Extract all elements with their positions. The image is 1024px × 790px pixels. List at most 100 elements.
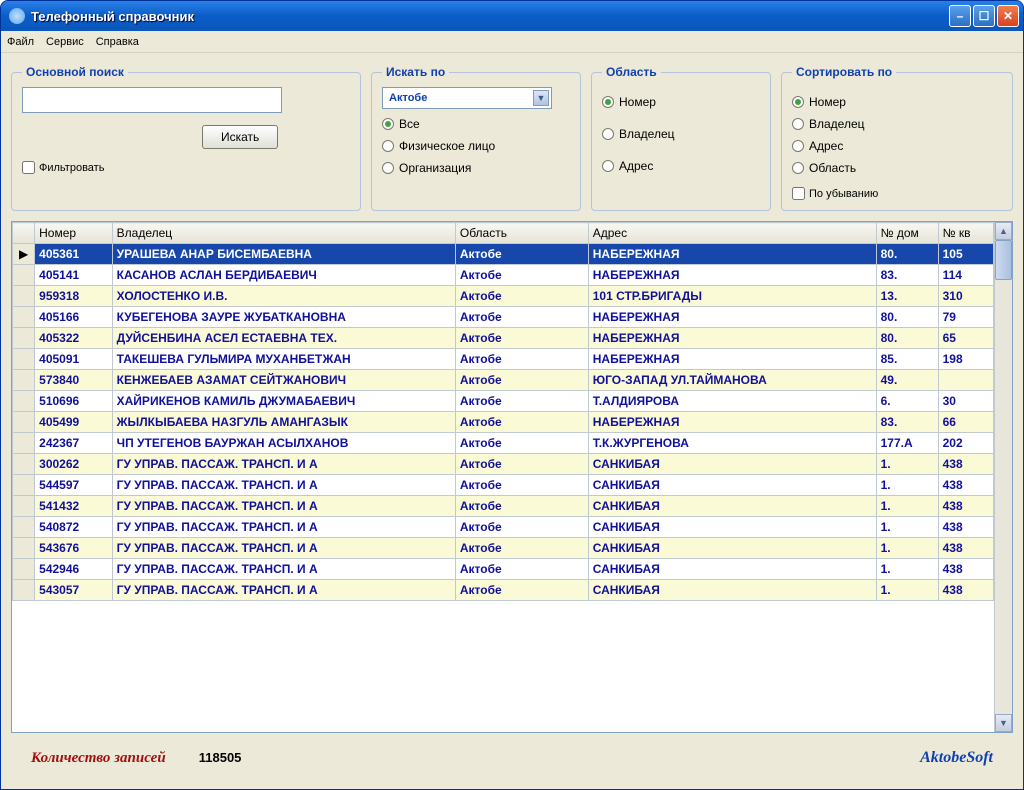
scroll-down-icon[interactable]: ▼: [995, 714, 1012, 732]
row-indicator: [13, 349, 35, 370]
row-indicator: [13, 370, 35, 391]
table-row[interactable]: ▶405361УРАШЕВА АНАР БИСЕМБАЕВНААктобеНАБ…: [13, 244, 994, 265]
col-address[interactable]: Адрес: [588, 223, 876, 244]
radio-region-owner[interactable]: Владелец: [602, 127, 760, 141]
cell-house: 80.: [876, 307, 938, 328]
group-region-legend: Область: [602, 65, 661, 79]
region-combo[interactable]: Актобе ▼: [382, 87, 552, 109]
menu-help[interactable]: Справка: [96, 36, 139, 48]
scroll-up-icon[interactable]: ▲: [995, 222, 1012, 240]
table-row[interactable]: 300262ГУ УПРАВ. ПАССАЖ. ТРАНСП. И ААктоб…: [13, 454, 994, 475]
sort-desc-checkbox-input[interactable]: [792, 187, 805, 200]
titlebar[interactable]: Телефонный справочник – ☐ ✕: [1, 1, 1023, 31]
col-number[interactable]: Номер: [35, 223, 113, 244]
minimize-button[interactable]: –: [949, 5, 971, 27]
cell-apt: 105: [938, 244, 993, 265]
radio-region-address-label: Адрес: [619, 159, 653, 173]
cell-owner: КЕНЖЕБАЕВ АЗАМАТ СЕЙТЖАНОВИЧ: [112, 370, 455, 391]
radio-dot-icon: [792, 118, 804, 130]
radio-region-number[interactable]: Номер: [602, 95, 760, 109]
radio-sort-number[interactable]: Номер: [792, 95, 1002, 109]
cell-addr: САНКИБАЯ: [588, 475, 876, 496]
cell-num: 405499: [35, 412, 113, 433]
radio-person[interactable]: Физическое лицо: [382, 139, 570, 153]
cell-addr: САНКИБАЯ: [588, 580, 876, 601]
cell-owner: ЧП УТЕГЕНОВ БАУРЖАН АСЫЛХАНОВ: [112, 433, 455, 454]
cell-apt: [938, 370, 993, 391]
filter-groups: Основной поиск Искать Фильтровать Искать…: [11, 65, 1013, 211]
cell-house: 1.: [876, 517, 938, 538]
cell-apt: 438: [938, 538, 993, 559]
client-area: Основной поиск Искать Фильтровать Искать…: [1, 53, 1023, 789]
col-region[interactable]: Область: [455, 223, 588, 244]
table-row[interactable]: 544597ГУ УПРАВ. ПАССАЖ. ТРАНСП. И ААктоб…: [13, 475, 994, 496]
brand-label: AktobeSoft: [920, 749, 993, 767]
table-row[interactable]: 242367ЧП УТЕГЕНОВ БАУРЖАН АСЫЛХАНОВАктоб…: [13, 433, 994, 454]
table-row[interactable]: 405322ДУЙСЕНБИНА АСЕЛ ЕСТАЕВНА ТЕХ.Актоб…: [13, 328, 994, 349]
filter-checkbox-input[interactable]: [22, 161, 35, 174]
filter-checkbox-label: Фильтровать: [39, 162, 104, 174]
radio-sort-region[interactable]: Область: [792, 161, 1002, 175]
chevron-down-icon[interactable]: ▼: [533, 90, 549, 106]
filter-checkbox[interactable]: Фильтровать: [22, 161, 350, 174]
col-apt[interactable]: № кв: [938, 223, 993, 244]
col-indicator[interactable]: [13, 223, 35, 244]
radio-region-number-label: Номер: [619, 95, 656, 109]
row-indicator: [13, 433, 35, 454]
table-row[interactable]: 959318ХОЛОСТЕНКО И.В.Актобе101 СТР.БРИГА…: [13, 286, 994, 307]
cell-owner: КУБЕГЕНОВА ЗАУРЕ ЖУБАТКАНОВНА: [112, 307, 455, 328]
cell-num: 543057: [35, 580, 113, 601]
table-row[interactable]: 510696ХАЙРИКЕНОВ КАМИЛЬ ДЖУМАБАЕВИЧАктоб…: [13, 391, 994, 412]
cell-house: 1.: [876, 538, 938, 559]
close-button[interactable]: ✕: [997, 5, 1019, 27]
cell-num: 573840: [35, 370, 113, 391]
sort-desc-checkbox[interactable]: По убыванию: [792, 187, 1002, 200]
menu-file[interactable]: Файл: [7, 36, 34, 48]
cell-region: Актобе: [455, 286, 588, 307]
col-house[interactable]: № дом: [876, 223, 938, 244]
table-row[interactable]: 405499ЖЫЛКЫБАЕВА НАЗГУЛЬ АМАНГАЗЫКАктобе…: [13, 412, 994, 433]
radio-all[interactable]: Все: [382, 117, 570, 131]
cell-region: Актобе: [455, 328, 588, 349]
radio-sort-address[interactable]: Адрес: [792, 139, 1002, 153]
row-indicator: [13, 412, 35, 433]
search-button[interactable]: Искать: [202, 125, 278, 149]
cell-addr: Т.АЛДИЯРОВА: [588, 391, 876, 412]
cell-house: 85.: [876, 349, 938, 370]
table-row[interactable]: 540872ГУ УПРАВ. ПАССАЖ. ТРАНСП. И ААктоб…: [13, 517, 994, 538]
group-sort: Сортировать по Номер Владелец Адрес Обла…: [781, 65, 1013, 211]
cell-region: Актобе: [455, 454, 588, 475]
table-row[interactable]: 405166КУБЕГЕНОВА ЗАУРЕ ЖУБАТКАНОВНААктоб…: [13, 307, 994, 328]
radio-sort-owner[interactable]: Владелец: [792, 117, 1002, 131]
cell-apt: 438: [938, 475, 993, 496]
table-row[interactable]: 541432ГУ УПРАВ. ПАССАЖ. ТРАНСП. И ААктоб…: [13, 496, 994, 517]
search-input[interactable]: [22, 87, 282, 113]
scroll-thumb[interactable]: [995, 240, 1012, 280]
table-row[interactable]: 543676ГУ УПРАВ. ПАССАЖ. ТРАНСП. И ААктоб…: [13, 538, 994, 559]
radio-org[interactable]: Организация: [382, 161, 570, 175]
col-owner[interactable]: Владелец: [112, 223, 455, 244]
row-indicator: [13, 286, 35, 307]
table-row[interactable]: 542946ГУ УПРАВ. ПАССАЖ. ТРАНСП. И ААктоб…: [13, 559, 994, 580]
cell-num: 242367: [35, 433, 113, 454]
radio-region-address[interactable]: Адрес: [602, 159, 760, 173]
vertical-scrollbar[interactable]: ▲ ▼: [994, 222, 1012, 732]
row-indicator: [13, 496, 35, 517]
cell-house: 1.: [876, 475, 938, 496]
table-row[interactable]: 405091ТАКЕШЕВА ГУЛЬМИРА МУХАНБЕТЖАНАктоб…: [13, 349, 994, 370]
table-row[interactable]: 543057ГУ УПРАВ. ПАССАЖ. ТРАНСП. И ААктоб…: [13, 580, 994, 601]
table-row[interactable]: 405141КАСАНОВ АСЛАН БЕРДИБАЕВИЧАктобеНАБ…: [13, 265, 994, 286]
radio-person-label: Физическое лицо: [399, 139, 495, 153]
maximize-button[interactable]: ☐: [973, 5, 995, 27]
cell-addr: Т.К.ЖУРГЕНОВА: [588, 433, 876, 454]
table-row[interactable]: 573840КЕНЖЕБАЕВ АЗАМАТ СЕЙТЖАНОВИЧАктобе…: [13, 370, 994, 391]
cell-region: Актобе: [455, 559, 588, 580]
group-search-by: Искать по Актобе ▼ Все Физическое лицо О…: [371, 65, 581, 211]
cell-num: 959318: [35, 286, 113, 307]
cell-region: Актобе: [455, 538, 588, 559]
menu-service[interactable]: Сервис: [46, 36, 84, 48]
cell-owner: ХАЙРИКЕНОВ КАМИЛЬ ДЖУМАБАЕВИЧ: [112, 391, 455, 412]
cell-region: Актобе: [455, 391, 588, 412]
scroll-track[interactable]: [995, 240, 1012, 714]
radio-sort-owner-label: Владелец: [809, 117, 865, 131]
